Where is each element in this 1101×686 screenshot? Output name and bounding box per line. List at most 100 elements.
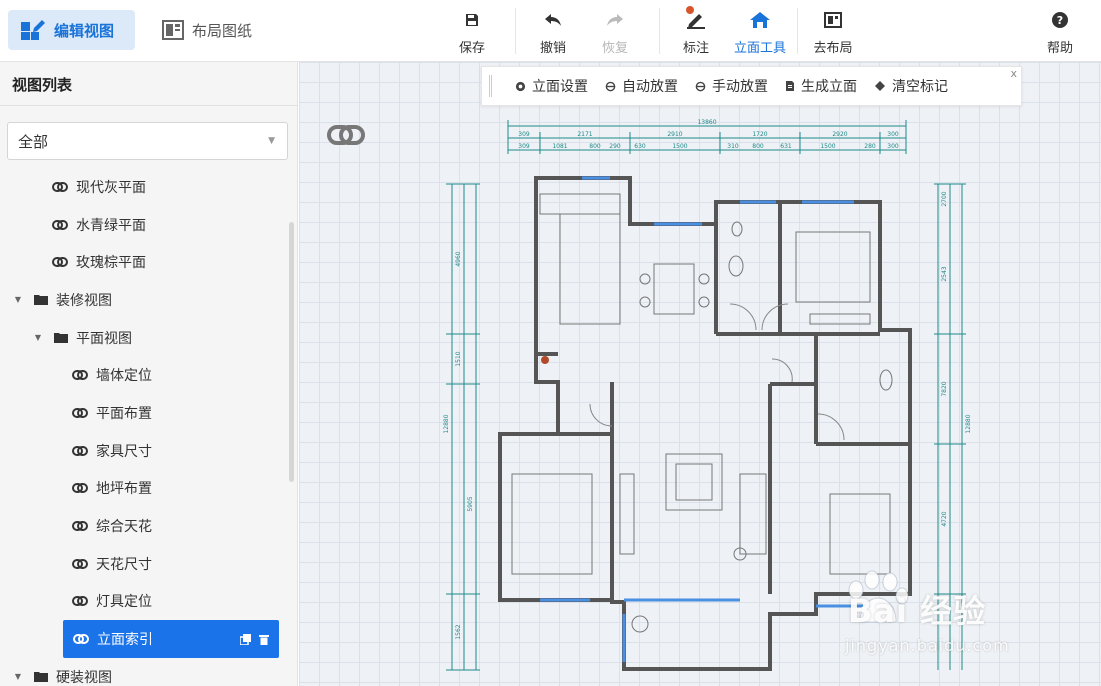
view-filter-value: 全部 (18, 132, 49, 151)
tree-view-item[interactable]: 墙体定位 (0, 356, 290, 394)
crosshair-icon (605, 81, 616, 91)
tree-item-label: 天花尺寸 (96, 556, 152, 573)
redo-button[interactable]: 恢复 (587, 10, 643, 56)
dim-label: 1510 (455, 351, 462, 366)
dim-label: 300 (887, 131, 899, 138)
tree-view-item[interactable]: 水青绿平面 (0, 206, 290, 244)
tree-folder-item[interactable]: ▼ 装修视图 (0, 281, 290, 319)
tree-view-item[interactable]: 现代灰平面 (0, 168, 290, 206)
folder-icon (54, 333, 68, 344)
tree-view-item[interactable]: 地坪布置 (0, 470, 290, 508)
redo-label: 恢复 (601, 41, 628, 56)
top-toolbar: 编辑视图 布局图纸 保存 撤销 恢复 标注 立面工具 去布局 ? 帮助 (0, 0, 1101, 62)
watermark-brand: Bai 经验 (848, 592, 987, 630)
manual-place-button[interactable]: 手动放置 (695, 76, 768, 96)
tree-view-item[interactable]: 天花尺寸 (0, 545, 290, 583)
dim-label: 1081 (552, 143, 567, 150)
expand-toggle-icon[interactable]: ▼ (32, 333, 44, 342)
dim-label: 631 (780, 143, 792, 150)
dim-label: 12880 (443, 414, 450, 433)
generate-elevation-button[interactable]: 生成立面 (785, 76, 857, 96)
windows (540, 176, 870, 662)
puzzle-icon (21, 20, 45, 40)
elevation-subtoolbar: 立面设置 自动放置 手动放置 生成立面 清空标记 x (481, 66, 1022, 106)
save-label: 保存 (458, 41, 485, 56)
tree-view-item[interactable]: 家具尺寸 (0, 432, 290, 470)
undo-button[interactable]: 撤销 (525, 10, 581, 56)
clear-marks-button[interactable]: 清空标记 (874, 76, 948, 96)
annotate-button[interactable]: 标注 (668, 6, 724, 56)
help-label: 帮助 (1046, 41, 1073, 56)
dim-total-label: 13860 (697, 119, 716, 126)
close-icon[interactable]: x (1010, 67, 1017, 80)
tree-view-item[interactable]: 立面索引 (63, 620, 279, 658)
dim-label: 630 (634, 143, 646, 150)
drag-handle[interactable] (482, 67, 498, 105)
elevation-settings-button[interactable]: 立面设置 (515, 76, 588, 96)
tree-view-item[interactable]: 综合天花 (0, 507, 290, 545)
sidebar-title: 视图列表 (12, 76, 73, 94)
tree-view-item[interactable]: 平面布置 (0, 394, 290, 432)
expand-toggle-icon[interactable]: ▼ (12, 672, 24, 681)
go-layout-button[interactable]: 去布局 (805, 10, 861, 56)
sidebar-scrollbar[interactable] (289, 222, 294, 482)
tree-view-item[interactable]: 灯具定位 (0, 583, 290, 621)
tree-view-item[interactable]: 玫瑰棕平面 (0, 243, 290, 281)
help-icon: ? (1052, 12, 1068, 28)
view-filter-select[interactable]: 全部 ▼ (7, 122, 288, 160)
trash-icon[interactable] (259, 634, 269, 645)
layout-icon (162, 20, 184, 40)
annotate-label: 标注 (682, 41, 709, 56)
tree-item-label: 装修视图 (56, 292, 112, 309)
folder-icon (34, 295, 48, 306)
elevation-tools-button[interactable]: 立面工具 (729, 10, 791, 56)
document-icon (786, 81, 794, 91)
auto-place-button[interactable]: 自动放置 (605, 76, 678, 96)
help-button[interactable]: ? 帮助 (1032, 10, 1088, 56)
tree-item-label: 地坪布置 (96, 481, 152, 498)
tab-edit-view[interactable]: 编辑视图 (8, 10, 135, 50)
copy-icon[interactable] (240, 633, 251, 645)
generate-elevation-label: 生成立面 (801, 79, 857, 95)
view-tree: 现代灰平面水青绿平面玫瑰棕平面 ▼ 装修视图 ▼ 平面视图墙体定位平面布置家具尺寸地坪布… (0, 168, 290, 686)
view-list-sidebar: 视图列表 全部 ▼ 现代灰平面水青绿平面玫瑰棕平面 ▼ 装修视图 ▼ 平面视图墙体定位平… (0, 62, 298, 686)
tree-item-label: 家具尺寸 (96, 443, 152, 460)
dim-label: 12880 (965, 414, 972, 433)
elevation-tools-label: 立面工具 (733, 41, 786, 56)
dim-label: 309 (518, 143, 530, 150)
tree-item-label: 综合天花 (96, 519, 152, 536)
elevation-settings-label: 立面设置 (532, 79, 588, 95)
crosshair-icon (695, 81, 706, 91)
watermark-url: jingyan.baidu.com (845, 636, 1010, 655)
dim-label: 2700 (941, 191, 948, 206)
dim-label: 309 (518, 131, 530, 138)
tree-item-label: 立面索引 (97, 632, 153, 649)
dim-label: 310 (727, 143, 739, 150)
link-icon (72, 370, 88, 381)
tree-item-label: 灯具定位 (96, 594, 152, 611)
link-icon (52, 257, 68, 268)
dim-label: 1562 (455, 624, 462, 639)
go-layout-label: 去布局 (813, 41, 853, 56)
tree-item-label: 墙体定位 (96, 368, 152, 385)
dim-label: 2543 (941, 266, 948, 281)
dim-label: 300 (887, 143, 899, 150)
dim-label: 290 (609, 143, 621, 150)
tree-folder-item[interactable]: ▼ 平面视图 (0, 319, 290, 357)
tree-folder-item[interactable]: ▼ 硬装视图 (0, 658, 290, 686)
tree-item-label: 水青绿平面 (76, 217, 146, 234)
dim-label: 2171 (577, 131, 592, 138)
furniture (511, 193, 893, 633)
expand-toggle-icon[interactable]: ▼ (12, 295, 24, 304)
dim-label: 2910 (667, 131, 682, 138)
save-button[interactable]: 保存 (444, 10, 500, 56)
gear-icon (515, 81, 526, 91)
link-icon (73, 634, 89, 645)
auto-place-label: 自动放置 (622, 79, 678, 95)
link-icon (72, 445, 88, 456)
tree-item-label: 玫瑰棕平面 (76, 255, 146, 272)
link-icon[interactable] (327, 124, 365, 146)
clear-marks-label: 清空标记 (892, 79, 948, 95)
tab-layout-drawing-label: 布局图纸 (192, 21, 253, 40)
tab-layout-drawing[interactable]: 布局图纸 (150, 10, 264, 50)
